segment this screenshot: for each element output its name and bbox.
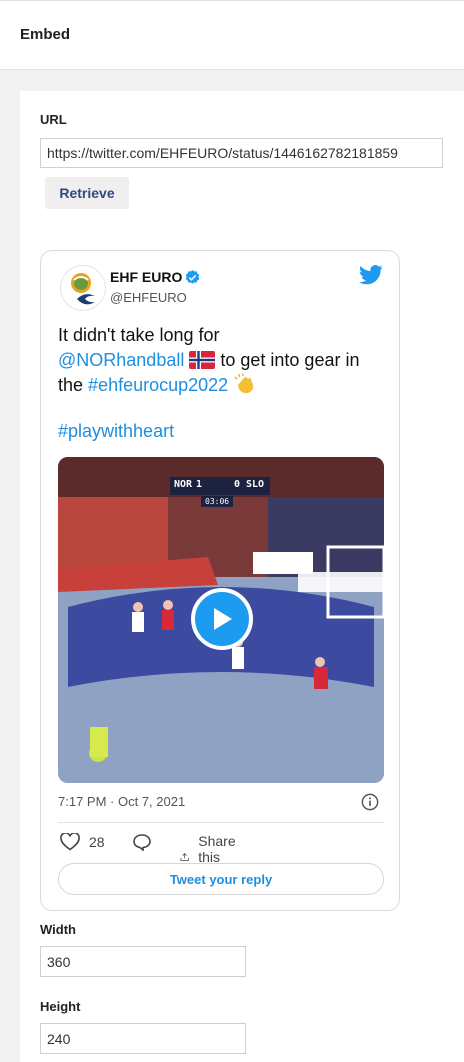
scoreboard-clock: 03:06 [205, 497, 230, 506]
tweet-text: It didn't take long for @NORhandball to … [58, 323, 388, 398]
like-count: 28 [89, 834, 105, 850]
comment-action[interactable] [132, 833, 152, 851]
author-handle[interactable]: @EHFEURO [110, 290, 187, 305]
info-icon[interactable] [361, 793, 379, 811]
width-input[interactable]: 360 [40, 946, 246, 977]
height-input[interactable]: 240 [40, 1023, 246, 1054]
scoreboard-away-team: SLO [246, 479, 265, 490]
mention-link[interactable]: @NORhandball [58, 350, 184, 370]
heart-icon [60, 833, 80, 851]
height-label: Height [40, 999, 81, 1014]
divider [58, 822, 384, 823]
like-action[interactable]: 28 [60, 833, 105, 851]
tweet-timestamp[interactable]: 7:17 PM · Oct 7, 2021 [58, 794, 185, 809]
url-label: URL [40, 112, 67, 127]
scoreboard-home-score: 1 [196, 479, 203, 490]
norway-flag-icon [189, 351, 216, 369]
clapping-hands-icon [234, 373, 254, 394]
play-button[interactable] [191, 588, 253, 650]
ehf-euro-logo [71, 273, 95, 305]
retrieve-button[interactable]: Retrieve [45, 177, 129, 209]
hashtag-ehfeurocup2022[interactable]: #ehfeurocup2022 [88, 375, 228, 395]
scoreboard-away-score: 0 [234, 479, 241, 490]
twitter-bird-icon[interactable] [359, 265, 383, 285]
page-title: Embed [20, 26, 71, 43]
header-bar: Embed [0, 0, 464, 70]
tweet-text-part1: It didn't take long for [58, 325, 220, 345]
url-input[interactable]: https://twitter.com/EHFEURO/status/14461… [40, 138, 443, 168]
play-icon [214, 608, 232, 630]
tweet-video[interactable]: NOR 1 0 SLO 03:06 [58, 457, 384, 783]
avatar[interactable] [60, 265, 106, 311]
tweet-reply-button[interactable]: Tweet your reply [58, 863, 384, 895]
scoreboard-home-team: NOR [174, 479, 193, 490]
comment-icon [133, 834, 151, 851]
hashtag-playwithheart[interactable]: #playwithheart [58, 421, 174, 442]
author-name[interactable]: EHF EURO [110, 269, 182, 285]
verified-icon [185, 270, 200, 284]
width-label: Width [40, 922, 76, 937]
tweet-embed-card: EHF EURO @EHFEURO It didn't take long fo… [40, 250, 400, 911]
